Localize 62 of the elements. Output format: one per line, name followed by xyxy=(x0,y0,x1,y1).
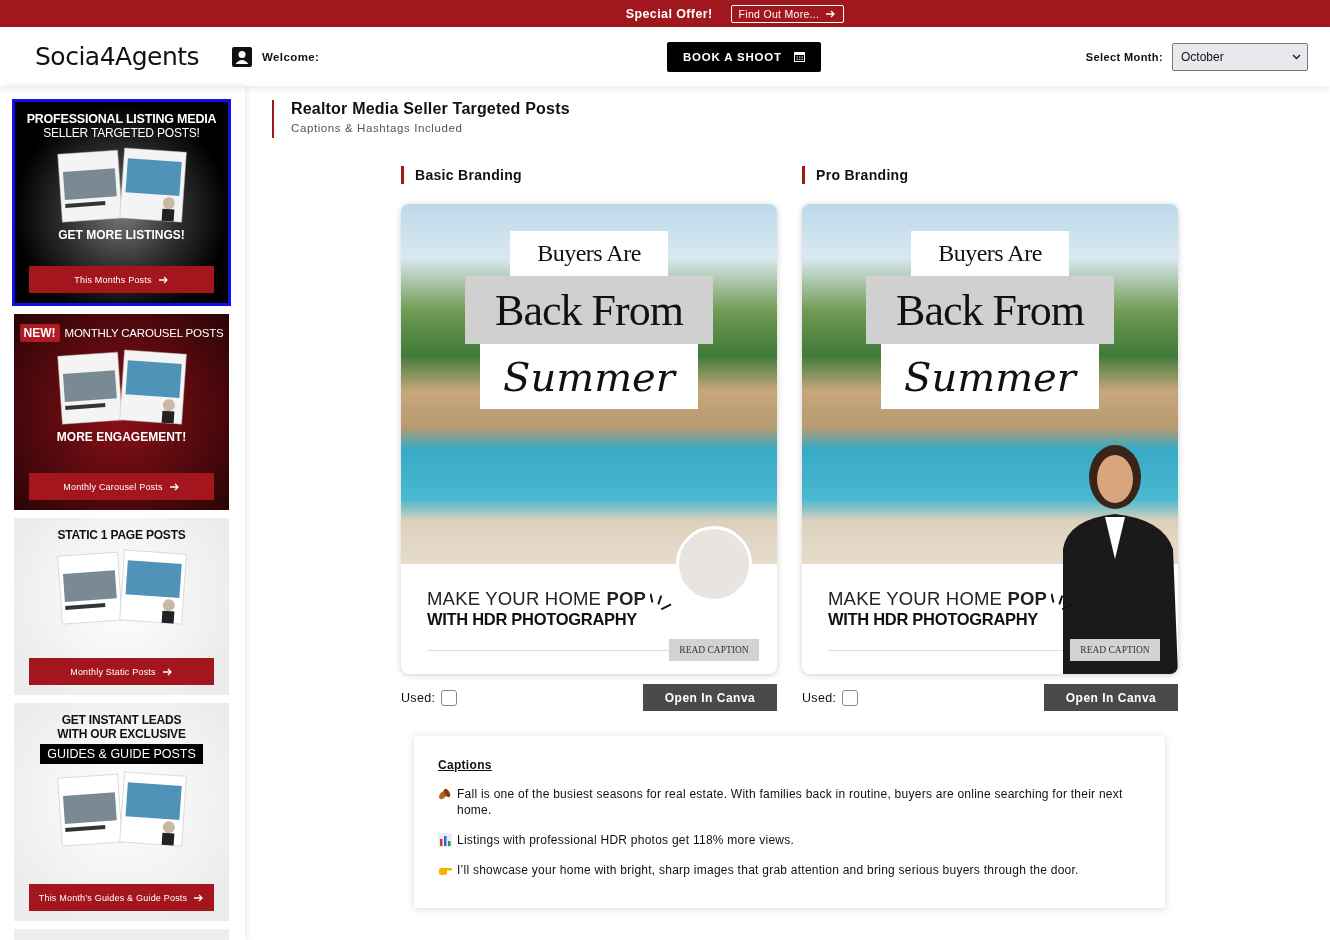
promo-banner[interactable]: STATIC 1 PAGE POSTS Monthly Static Posts xyxy=(14,518,229,695)
leaves-icon xyxy=(438,787,452,801)
banner-headline: MONTHLY CAROUSEL POSTS xyxy=(64,326,224,340)
chevron-down-icon xyxy=(1292,53,1301,60)
post-tagline: WITH HDR PHOTOGRAPHY xyxy=(427,610,639,629)
used-label: Used: xyxy=(401,690,436,705)
page-subtitle: Captions & Hashtags Included xyxy=(291,122,464,134)
promo-banner[interactable]: NEW! MONTHLY CAROUSEL POSTS MORE ENGAGEMENT! Monthly Carousel Posts xyxy=(14,314,229,510)
book-a-shoot-button[interactable]: BOOK A SHOOT xyxy=(667,41,821,72)
caption-text: Fall is one of the busiest seasons for real estate. With families back in routine, buyers are online searching for their next home. xyxy=(457,786,1124,818)
column-heading: Pro Branding xyxy=(802,166,1178,184)
page-title: Realtor Media Seller Targeted Posts xyxy=(291,100,571,118)
arrow-icon xyxy=(194,893,205,902)
bar-chart-icon xyxy=(438,833,452,847)
banner-button[interactable]: Monthly Carousel Posts xyxy=(29,473,214,500)
banner-headline: GET INSTANT LEADS WITH OUR EXCLUSIVE xyxy=(56,713,187,741)
new-badge: NEW! xyxy=(19,324,60,342)
arrow-icon xyxy=(826,9,837,18)
banner-button[interactable]: This Month’s Guides & Guide Posts xyxy=(29,884,214,911)
caption-text: Listings with professional HDR photos get 118% more views. xyxy=(457,832,795,848)
post-headline: Back From xyxy=(465,276,713,344)
post-tagline: WITH HDR PHOTOGRAPHY xyxy=(828,610,1040,629)
column-heading: Basic Branding xyxy=(401,166,777,184)
banner-tagline: MORE ENGAGEMENT! xyxy=(56,430,187,444)
read-caption-label: READ CAPTION xyxy=(669,639,759,661)
banner-highlight: GUIDES & GUIDE POSTS xyxy=(40,744,203,764)
promo-banner[interactable]: PROFESSIONAL LISTING MEDIA SELLER TARGETED POSTS! GET MORE LISTINGS! This Months Posts xyxy=(12,99,231,306)
banner-headline: PROFESSIONAL LISTING MEDIA xyxy=(26,112,217,126)
post-headline: Summer xyxy=(480,344,698,409)
post-tagline: MAKE YOUR HOME POP xyxy=(427,588,647,610)
used-label: Used: xyxy=(802,690,837,705)
burst-icon xyxy=(650,593,673,610)
caption-text: I’ll showcase your home with bright, sharp images that grab attention and bring serious buyers through the door. xyxy=(457,862,1079,878)
post-headline: Buyers Are xyxy=(911,231,1069,276)
month-select[interactable]: October xyxy=(1172,42,1308,71)
post-headline: Summer xyxy=(881,344,1099,409)
burst-icon xyxy=(1051,593,1074,610)
promo-banner[interactable]: GET INSTANT LEADS WITH OUR EXCLUSIVE GUIDES & GUIDE POSTS This Month’s Guides & Guide Posts xyxy=(14,703,229,921)
banner-subline: SELLER TARGETED POSTS! xyxy=(43,126,200,140)
used-checkbox[interactable] xyxy=(842,689,859,706)
user-icon xyxy=(232,46,252,67)
post-headline: Buyers Are xyxy=(510,231,668,276)
banner-button[interactable]: This Months Posts xyxy=(29,266,214,293)
post-headline: Back From xyxy=(866,276,1114,344)
open-in-canva-button[interactable]: Open In Canva xyxy=(643,684,777,711)
select-month-label: Select Month: xyxy=(1085,50,1163,63)
banner-tagline: GET MORE LISTINGS! xyxy=(58,228,185,242)
banner-headline: STATIC 1 PAGE POSTS xyxy=(57,528,186,542)
calendar-icon xyxy=(793,51,805,62)
welcome-label: Welcome: xyxy=(262,50,320,63)
arrow-icon xyxy=(169,482,180,491)
open-in-canva-button[interactable]: Open In Canva xyxy=(1044,684,1178,711)
used-checkbox[interactable] xyxy=(441,689,458,706)
post-tagline: MAKE YOUR HOME POP xyxy=(828,588,1048,610)
arrow-icon xyxy=(158,275,169,284)
logo[interactable]: Socia4Agents xyxy=(0,42,232,71)
find-out-more-link[interactable]: Find Out More... xyxy=(730,4,845,23)
banner-button[interactable]: Monthly Static Posts xyxy=(29,658,214,685)
read-caption-label: READ CAPTION xyxy=(1070,639,1160,661)
promo-text: Special Offer! xyxy=(625,6,713,21)
arrow-icon xyxy=(162,667,173,676)
captions-heading: Captions xyxy=(438,758,493,772)
